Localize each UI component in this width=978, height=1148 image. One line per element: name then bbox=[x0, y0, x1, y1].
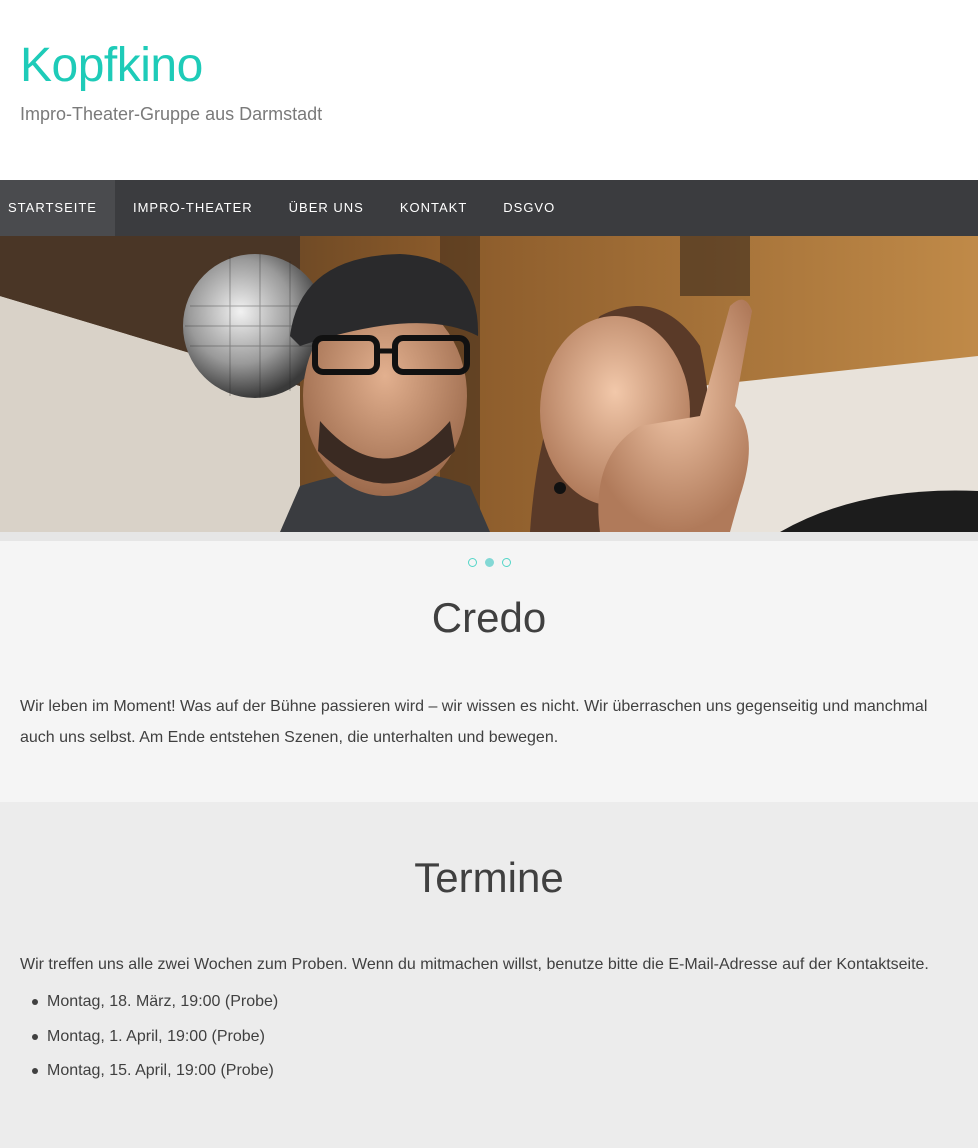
main-navigation: STARTSEITE IMPRO-THEATER ÜBER UNS KONTAK… bbox=[0, 180, 978, 236]
site-title[interactable]: Kopfkino bbox=[20, 38, 203, 93]
nav-item-startseite[interactable]: STARTSEITE bbox=[0, 180, 115, 236]
termine-list-item: Montag, 1. April, 19:00 (Probe) bbox=[31, 1021, 278, 1056]
slider-dot-3[interactable] bbox=[501, 558, 511, 567]
nav-item-dsgvo[interactable]: DSGVO bbox=[485, 180, 573, 236]
site-header: Kopfkino Impro-Theater-Gruppe aus Darmst… bbox=[0, 0, 978, 180]
slider-dot-2[interactable] bbox=[484, 558, 494, 567]
termine-section: Termine Wir treffen uns alle zwei Wochen… bbox=[0, 802, 978, 1148]
slider-strip bbox=[0, 532, 978, 541]
credo-section: Credo Wir leben im Moment! Was auf der B… bbox=[0, 541, 978, 802]
site-description: Impro-Theater-Gruppe aus Darmstadt bbox=[20, 104, 323, 124]
termine-list-item: Montag, 15. April, 19:00 (Probe) bbox=[31, 1055, 278, 1090]
nav-item-ueber-uns[interactable]: ÜBER UNS bbox=[271, 180, 382, 236]
nav-item-kontakt[interactable]: KONTAKT bbox=[382, 180, 485, 236]
slider-dots bbox=[0, 558, 978, 567]
termine-list-item: Montag, 18. März, 19:00 (Probe) bbox=[31, 986, 278, 1021]
termine-intro: Wir treffen uns alle zwei Wochen zum Pro… bbox=[20, 956, 929, 973]
hero-photo-illustration bbox=[0, 236, 978, 532]
credo-title: Credo bbox=[431, 594, 547, 641]
credo-text: Wir leben im Moment! Was auf der Bühne p… bbox=[20, 698, 928, 746]
hero-slider-image[interactable] bbox=[0, 236, 978, 532]
termine-list: Montag, 18. März, 19:00 (Probe) Montag, … bbox=[31, 986, 278, 1090]
slider-dot-1[interactable] bbox=[467, 558, 477, 567]
termine-title: Termine bbox=[414, 854, 564, 901]
nav-item-impro-theater[interactable]: IMPRO-THEATER bbox=[115, 180, 271, 236]
